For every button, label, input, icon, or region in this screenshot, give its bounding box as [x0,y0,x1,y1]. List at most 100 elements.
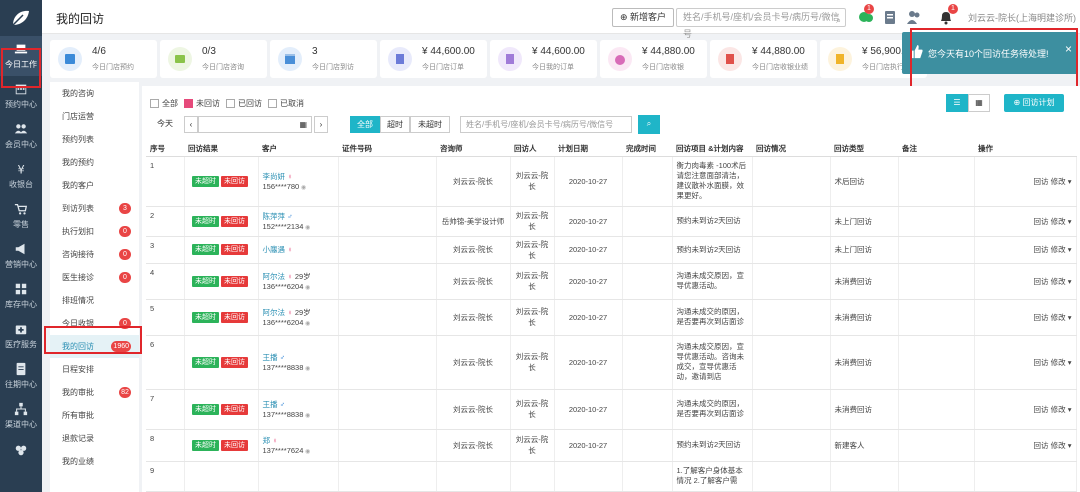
team-icon[interactable] [906,9,922,25]
checkbox[interactable] [226,99,235,108]
submenu-item[interactable]: 我的审批 82 [50,381,139,404]
submenu-item[interactable]: 到访列表 3 [50,197,139,220]
nav-item-inventory[interactable]: 库存中心 [0,276,42,316]
search-button[interactable]: ⌕ [638,115,660,134]
stat-card[interactable]: ¥ 44,880.00 今日门店收银业绩 [710,40,817,78]
cell-visit-type: 未上门回访 [830,236,899,264]
submenu-item[interactable]: 预约列表 [50,128,139,151]
checkbox[interactable] [150,99,159,108]
caret-down-icon[interactable]: ▾ [1066,177,1072,186]
eye-icon[interactable]: ◉ [303,366,310,372]
caret-down-icon[interactable]: ▾ [1066,313,1072,322]
nav-item-medical[interactable]: 医疗服务 [0,316,42,356]
new-customer-button[interactable]: ⊕ 新增客户 [612,8,675,27]
customer-name-link[interactable]: 王播 [263,353,278,362]
nav-item-retail[interactable]: 零售 [0,196,42,236]
stat-card[interactable]: ¥ 44,880.00 今日门店收银 [600,40,707,78]
date-prev-icon[interactable]: ‹ [184,116,198,133]
brand-logo[interactable] [0,0,42,36]
customer-name-link[interactable]: 阿尔法 [263,272,286,281]
caret-down-icon[interactable]: ▾ [1066,245,1072,254]
cell-id-number [338,461,437,492]
nav-item-members[interactable]: 会员中心 [0,116,42,156]
filter-not-visited[interactable]: 未回访 [184,98,220,109]
submenu-item[interactable]: 我的业绩 [50,450,139,473]
nav-item-cashier[interactable]: ¥ 收银台 [0,156,42,196]
nav-item-channels[interactable]: 渠道中心 [0,396,42,436]
visit-edit-actions[interactable]: 回访 修改 [1034,405,1066,414]
visit-edit-actions[interactable]: 回访 修改 [1034,245,1066,254]
visit-edit-actions[interactable]: 回访 修改 [1034,441,1066,450]
tab-overdue[interactable]: 超时 [380,116,410,133]
submenu-item[interactable]: 咨询接待 0 [50,243,139,266]
tab-all[interactable]: 全部 [350,116,380,133]
eye-icon[interactable]: ◉ [299,185,306,191]
stat-card[interactable]: ¥ 44,600.00 今日我的订单 [490,40,597,78]
submenu-item[interactable]: 医生接诊 0 [50,266,139,289]
eye-icon[interactable]: ◉ [303,449,310,455]
visit-plan-button[interactable]: ⊕ 回访计划 [1004,94,1064,112]
submenu-item[interactable]: 所有审批 [50,404,139,427]
submenu-item[interactable]: 我的客户 [50,174,139,197]
visit-edit-actions[interactable]: 回访 修改 [1034,313,1066,322]
table-row: 4 未超时 未回访 阿尔法 ♀ 29岁 136****6204 ◉ 刘云云-院长 刘云云-院… [146,263,1077,300]
visit-edit-actions[interactable]: 回访 修改 [1034,217,1066,226]
user-menu[interactable]: 刘云云-院长(上海明建诊所) [968,11,1076,24]
nav-item-appointments[interactable]: 预约中心 [0,76,42,116]
submenu-item[interactable]: 排班情况 [50,289,139,312]
submenu-item[interactable]: 今日收银 0 [50,312,139,335]
submenu-item[interactable]: 日程安排 [50,358,139,381]
eye-icon[interactable]: ◉ [303,225,310,231]
customer-name-link[interactable]: 郑 [263,436,271,445]
submenu-item[interactable]: 我的咨询 [50,82,139,105]
task-notification[interactable]: 您今天有10个回访任务待处理! × [902,32,1078,74]
customer-name-link[interactable]: 陈萍萍 [263,212,286,221]
filter-visited[interactable]: 已回访 [226,98,262,109]
clipboard-icon[interactable] [882,9,898,25]
caret-down-icon[interactable]: ▾ [1066,217,1072,226]
caret-down-icon[interactable]: ▾ [1066,277,1072,286]
date-input[interactable]: ▦ [198,116,312,133]
nav-item-marketing[interactable]: 营销中心 [0,236,42,276]
caret-down-icon[interactable]: ▾ [1066,358,1072,367]
grid-view-icon[interactable]: ▦ [968,94,990,112]
eye-icon[interactable]: ◉ [303,285,310,291]
nav-item-history[interactable]: 往期中心 [0,356,42,396]
customer-name-link[interactable]: 小廛遇 [263,245,286,254]
submenu-item-my-visits[interactable]: 我的回访 1960 [50,335,139,358]
tab-not-overdue[interactable]: 未超时 [410,116,450,133]
visit-search-input[interactable]: 姓名/手机号/座机/会员卡号/病历号/微信号 [460,116,632,133]
submenu-item[interactable]: 执行划扣 0 [50,220,139,243]
stat-card[interactable]: ¥ 44,600.00 今日门店订单 [380,40,487,78]
stat-card[interactable]: 0/3 今日门店咨询 [160,40,267,78]
submenu-item[interactable]: 门店运营 [50,105,139,128]
nav-item-today-work[interactable]: 今日工作 [0,36,42,76]
date-next-icon[interactable]: › [314,116,328,133]
checkbox[interactable] [268,99,277,108]
filter-all[interactable]: 全部 [150,98,178,109]
cell-consultant: 岳帅锦-美学设计师 [436,206,511,237]
plus-circle-icon: ⊕ [620,12,631,22]
customer-name-link[interactable]: 阿尔法 [263,308,286,317]
nav-item-more[interactable] [0,436,42,466]
visit-edit-actions[interactable]: 回访 修改 [1034,358,1066,367]
submenu-item[interactable]: 退款记录 [50,427,139,450]
list-view-icon[interactable]: ☰ [946,94,968,112]
eye-icon[interactable]: ◉ [303,413,310,419]
checkbox-checked[interactable] [184,99,193,108]
stat-card[interactable]: 3 今日门店到访 [270,40,377,78]
cell-customer: 王播 ♂ 137****8838 ◉ [258,335,339,390]
cell-id-number [338,206,437,237]
customer-name-link[interactable]: 王播 [263,400,278,409]
customer-name-link[interactable]: 李尚妍 [263,172,286,181]
close-icon[interactable]: × [1065,42,1072,56]
visit-edit-actions[interactable]: 回访 修改 [1034,277,1066,286]
caret-down-icon[interactable]: ▾ [1066,405,1072,414]
caret-down-icon[interactable]: ▾ [1066,441,1072,450]
submenu-item[interactable]: 我的预约 [50,151,139,174]
stat-card[interactable]: 4/6 今日门店预约 [50,40,157,78]
eye-icon[interactable]: ◉ [303,321,310,327]
filter-cancelled[interactable]: 已取消 [268,98,304,109]
visit-edit-actions[interactable]: 回访 修改 [1034,177,1066,186]
global-search-input[interactable]: 姓名/手机号/座机/会员卡号/病历号/微信号 ⌕ [676,8,846,39]
